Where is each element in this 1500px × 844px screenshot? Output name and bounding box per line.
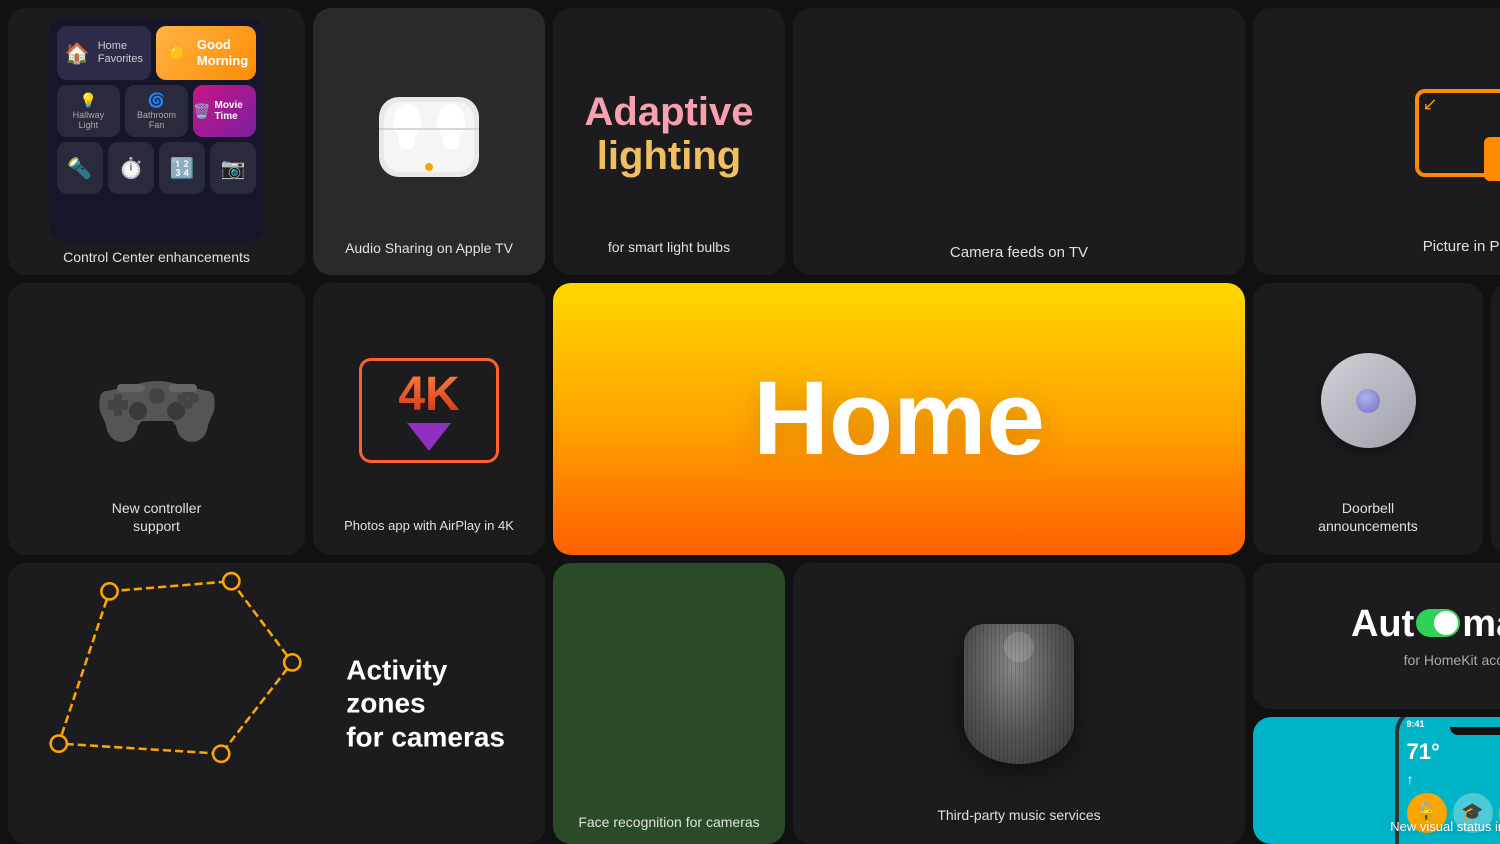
camera-feeds-label: Camera feeds on TV: [950, 232, 1088, 275]
good-morning-btn[interactable]: ☀️ Good Morning: [156, 26, 256, 80]
controller-label: New controller support: [112, 499, 201, 535]
flashlight-btn[interactable]: 🔦: [57, 142, 103, 194]
music-services-label: Third-party music services: [937, 806, 1100, 824]
automations-toggle-inline[interactable]: [1416, 609, 1460, 637]
camera-btn[interactable]: 📷: [210, 142, 256, 194]
hallway-light-btn[interactable]: 💡 Hallway Light: [57, 85, 120, 137]
home-fav-label: Home Favorites: [98, 40, 143, 66]
controller-svg: [92, 356, 222, 446]
adaptive-lighting-text: Adaptive lighting: [585, 28, 754, 239]
adaptive-lighting-tile: Adaptive lighting for smart light bulbs: [553, 8, 785, 275]
control-center-tile: 🏠 Home Favorites ☀️ Good Morning 💡 Hallw…: [8, 8, 305, 275]
fan-icon: 🌀: [148, 92, 165, 109]
calculator-btn[interactable]: 🔢: [159, 142, 205, 194]
face-recognition-label: Face recognition for cameras: [578, 802, 759, 844]
phone-notch: [1450, 727, 1500, 735]
doorbell-dot-inner: [1356, 389, 1380, 413]
automations-title-start: Aut: [1351, 603, 1414, 646]
automations-title-row: Aut mations: [1351, 603, 1500, 646]
4k-text: 4K: [398, 371, 459, 419]
doorbell-device-illustration: [1321, 303, 1416, 499]
toggle-knob: [1434, 611, 1458, 635]
pip-arrow-icon: ↙: [1423, 95, 1438, 113]
pip-label: Picture in Picture: [1423, 238, 1500, 255]
photos-4k-tile: 4K Photos app with AirPlay in 4K: [313, 283, 545, 555]
hallway-label: Hallway Light: [73, 111, 105, 131]
movie-time-label: Movie Time: [214, 100, 256, 122]
automations-title-end: mations: [1462, 603, 1500, 646]
home-favorites-btn[interactable]: 🏠 Home Favorites: [57, 26, 151, 80]
visual-status-tile: 9:41 ▌▌▌ 📶 ▓ 71° ↑: [1253, 717, 1500, 844]
airpods-svg: [349, 67, 509, 197]
activity-zones-tile: Activity zones for cameras: [8, 563, 545, 844]
visual-status-label: New visual status in Home app: [1380, 819, 1500, 834]
adaptive-line1: Adaptive: [585, 90, 754, 134]
audio-sharing-label: Audio Sharing on Apple TV: [345, 239, 513, 259]
photos-4k-illustration: 4K: [359, 303, 499, 518]
4k-triangle: [407, 423, 451, 451]
good-morning-label: Good Morning: [197, 37, 248, 68]
homepod-body: [964, 624, 1074, 764]
controller-illustration: [92, 303, 222, 499]
control-center-label: Control Center enhancements: [63, 241, 250, 265]
adaptive-lighting-sub: for smart light bulbs: [608, 239, 730, 255]
trash-icon: 🗑️: [193, 103, 210, 120]
doorbell-announcements-label: Doorbell announcements: [1318, 499, 1418, 535]
bathroom-label: Bathroom Fan: [137, 111, 176, 131]
homepod-top-display: [1004, 632, 1034, 662]
doorbell-circle: [1321, 353, 1416, 448]
phone-time: 9:41: [1407, 719, 1425, 729]
movie-time-btn[interactable]: 🗑️ Movie Time: [193, 85, 256, 137]
doorbell-announcements-tile: Doorbell announcements: [1253, 283, 1483, 555]
pip-illustration: ↙: [1415, 28, 1500, 238]
camera-feeds-tile: Gabe Silva is at the door Press ◎ for fu…: [793, 8, 1245, 275]
controller-tile: New controller support: [8, 283, 305, 555]
airpods-illustration: [329, 24, 529, 239]
audio-sharing-tile: Audio Sharing on Apple TV: [313, 8, 545, 275]
photos-4k-label: Photos app with AirPlay in 4K: [344, 518, 514, 535]
automations-sub: for HomeKit accessories: [1404, 652, 1500, 668]
bathroom-fan-btn[interactable]: 🌀 Bathroom Fan: [125, 85, 188, 137]
sun-icon: ☀️: [164, 41, 189, 66]
phone-arrow-up: ↑: [1407, 771, 1500, 787]
automations-tile: Aut mations for HomeKit accessories: [1253, 563, 1500, 709]
lightbulb-icon: 💡: [80, 92, 97, 109]
multiuser-tile: Multiuser for games: [1491, 283, 1500, 555]
home-center-label: Home: [753, 359, 1045, 479]
pip-mini-frame: [1484, 137, 1500, 181]
activity-zones-label: Activity zones for cameras: [346, 653, 505, 754]
4k-frame: 4K: [359, 358, 499, 463]
timer-btn[interactable]: ⏱️: [108, 142, 154, 194]
home-center-tile: Home: [553, 283, 1245, 555]
face-recognition-tile: Face recognition for cameras: [553, 563, 785, 844]
adaptive-line2: lighting: [597, 134, 741, 178]
homepod-illustration: [964, 583, 1074, 806]
right-bottom-stack: Aut mations for HomeKit accessories 9:41: [1253, 563, 1500, 844]
home-icon: 🏠: [65, 41, 90, 66]
phone-temp-display: 71°: [1407, 739, 1500, 765]
activity-zones-text: Activity zones for cameras: [346, 653, 505, 754]
pip-tile: ↙ Picture in Picture: [1253, 8, 1500, 275]
music-services-tile: Third-party music services: [793, 563, 1245, 844]
